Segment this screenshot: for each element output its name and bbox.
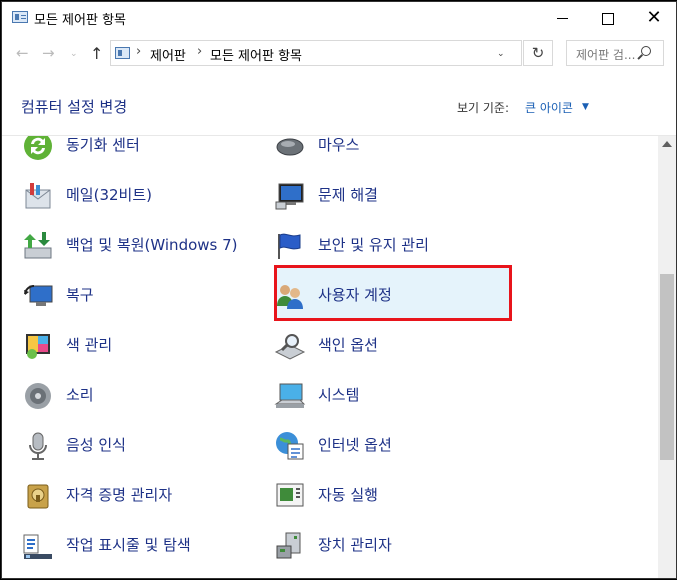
refresh-icon: ↻ xyxy=(531,44,545,62)
page-title: 컴퓨터 설정 변경 xyxy=(21,98,128,116)
address-history-chevron-icon[interactable]: ⌄ xyxy=(497,49,505,59)
item-label: 색인 옵션 xyxy=(318,336,378,354)
item-label: 복구 xyxy=(66,286,94,304)
recovery-icon xyxy=(24,284,53,306)
content-header: 컴퓨터 설정 변경 보기 기준: 큰 아이콘 ▼ xyxy=(2,82,676,132)
breadcrumb-control-panel[interactable]: 제어판 xyxy=(150,45,186,64)
item-label: 인터넷 옵션 xyxy=(318,436,392,454)
item-label: 보안 및 유지 관리 xyxy=(318,236,429,254)
items-list: 동기화 센터 메일(32비트) 백업 및 복원(Windows 7) 복구 색 … xyxy=(2,136,658,578)
address-bar[interactable]: › 제어판 › 모든 제어판 항목 ⌄ xyxy=(110,40,522,66)
list-item-troubleshooting[interactable]: 문제 해결 xyxy=(274,172,512,218)
view-by-label: 보기 기준: xyxy=(457,101,510,115)
list-item-internet-options[interactable]: 인터넷 옵션 xyxy=(274,422,512,468)
item-label: 문제 해결 xyxy=(318,186,378,204)
item-label: 자동 실행 xyxy=(318,486,378,504)
list-item-security-maintenance[interactable]: 보안 및 유지 관리 xyxy=(274,222,512,268)
item-label: 사용자 계정 xyxy=(318,286,392,304)
user-accounts-icon xyxy=(277,285,303,309)
breadcrumb-all-items[interactable]: 모든 제어판 항목 xyxy=(210,45,302,64)
item-label: 백업 및 복원(Windows 7) xyxy=(66,236,238,254)
item-label: 마우스 xyxy=(318,136,360,154)
indexing-options-icon xyxy=(274,334,306,360)
navigation-bar: ← → ⌄ ↑ › 제어판 › 모든 제어판 항목 ⌄ ↻ 제어판 검... xyxy=(2,38,676,70)
maximize-button[interactable] xyxy=(585,2,631,34)
item-label: 소리 xyxy=(66,386,94,404)
item-label: 장치 관리자 xyxy=(318,536,392,554)
credential-manager-icon xyxy=(27,484,49,509)
breadcrumb-separator-icon[interactable]: › xyxy=(197,44,202,59)
color-management-icon xyxy=(26,334,50,359)
maximize-icon xyxy=(602,13,614,25)
item-label: 메일(32비트) xyxy=(66,186,152,204)
list-item-speech-recognition[interactable]: 음성 인식 xyxy=(22,422,262,468)
internet-options-icon xyxy=(276,432,304,460)
sync-center-icon xyxy=(24,136,52,160)
search-input[interactable]: 제어판 검... xyxy=(576,46,635,63)
list-item-system[interactable]: 시스템 xyxy=(274,372,512,418)
mail-icon xyxy=(25,183,51,209)
scrollbar-thumb[interactable] xyxy=(660,274,674,460)
list-item-user-accounts[interactable]: 사용자 계정 xyxy=(274,272,512,318)
forward-arrow-icon[interactable]: → xyxy=(42,44,55,62)
list-item-mouse[interactable]: 마우스 xyxy=(274,136,512,168)
window-title: 모든 제어판 항목 xyxy=(34,13,126,28)
list-item-device-manager[interactable]: 장치 관리자 xyxy=(274,522,512,568)
list-item-mail[interactable]: 메일(32비트) xyxy=(22,172,262,218)
item-label: 자격 증명 관리자 xyxy=(66,486,173,504)
device-manager-icon xyxy=(276,532,301,559)
close-icon: ✕ xyxy=(646,7,662,28)
list-item-autoplay[interactable]: 자동 실행 xyxy=(274,472,512,518)
list-item-color-management[interactable]: 색 관리 xyxy=(22,322,262,368)
backup-restore-icon xyxy=(24,232,52,259)
troubleshooting-icon xyxy=(275,183,304,210)
item-label: 작업 표시줄 및 탐색 xyxy=(66,536,191,554)
list-item-sync-center[interactable]: 동기화 센터 xyxy=(22,136,262,168)
list-item-credential-manager[interactable]: 자격 증명 관리자 xyxy=(22,472,262,518)
title-bar[interactable]: 모든 제어판 항목 ✕ xyxy=(2,2,676,34)
minimize-icon xyxy=(557,18,568,19)
control-panel-icon xyxy=(12,11,28,23)
scroll-up-arrow-icon[interactable] xyxy=(662,141,672,147)
mouse-icon xyxy=(276,138,304,156)
sound-icon xyxy=(25,383,51,409)
system-icon xyxy=(274,383,306,408)
vertical-scrollbar[interactable] xyxy=(658,136,676,578)
dropdown-caret-icon[interactable]: ▼ xyxy=(582,102,589,112)
search-icon[interactable] xyxy=(641,46,651,56)
item-label: 시스템 xyxy=(318,386,360,404)
autoplay-icon xyxy=(276,483,304,507)
breadcrumb-separator-icon[interactable]: › xyxy=(136,44,141,59)
close-button[interactable]: ✕ xyxy=(631,2,676,34)
item-label: 음성 인식 xyxy=(66,436,126,454)
item-label: 색 관리 xyxy=(66,336,113,354)
up-arrow-icon[interactable]: ↑ xyxy=(90,44,103,63)
security-maintenance-icon xyxy=(278,233,301,259)
view-by-dropdown[interactable]: 큰 아이콘 xyxy=(525,99,573,116)
item-label: 동기화 센터 xyxy=(66,136,140,154)
recent-locations-chevron-icon[interactable]: ⌄ xyxy=(70,49,78,59)
list-item-sound[interactable]: 소리 xyxy=(22,372,262,418)
refresh-button[interactable]: ↻ xyxy=(523,40,553,66)
list-item-indexing-options[interactable]: 색인 옵션 xyxy=(274,322,512,368)
control-panel-window: 모든 제어판 항목 ✕ ← → ⌄ ↑ › 제어판 › 모든 제어판 항목 ⌄ … xyxy=(1,1,677,579)
control-panel-icon xyxy=(115,47,130,59)
taskbar-navigation-icon xyxy=(23,534,52,559)
speech-recognition-icon xyxy=(29,432,47,460)
list-item-backup-restore[interactable]: 백업 및 복원(Windows 7) xyxy=(22,222,262,268)
minimize-button[interactable] xyxy=(539,2,585,34)
list-item-taskbar-navigation[interactable]: 작업 표시줄 및 탐색 xyxy=(22,522,262,568)
list-item-recovery[interactable]: 복구 xyxy=(22,272,262,318)
back-arrow-icon[interactable]: ← xyxy=(16,44,29,62)
search-box[interactable]: 제어판 검... xyxy=(566,40,664,66)
